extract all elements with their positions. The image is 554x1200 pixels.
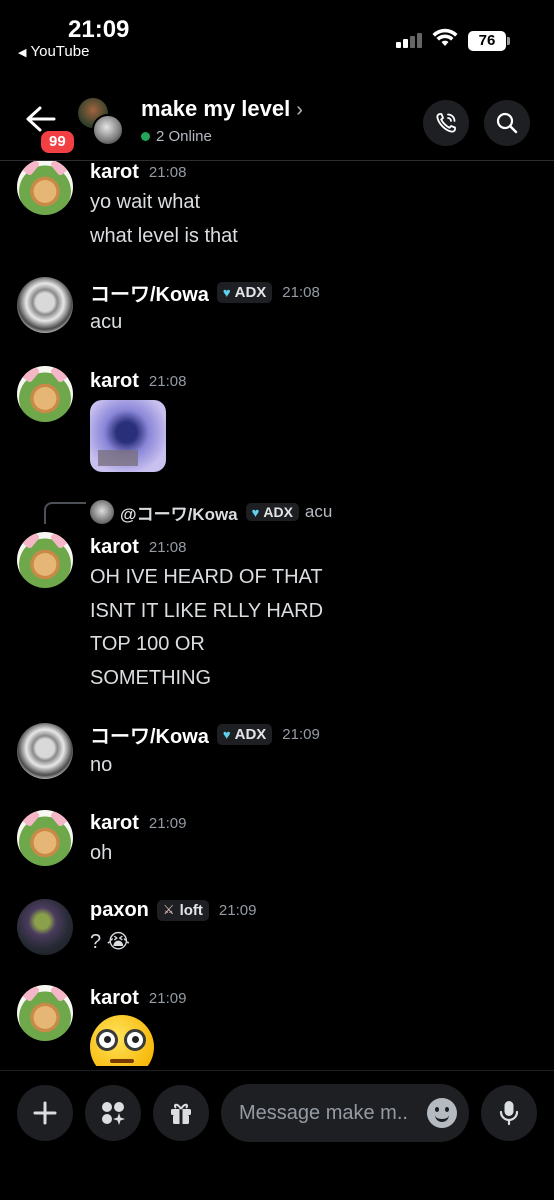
- avatar[interactable]: [17, 366, 73, 422]
- message-header: コーワ/Kowa ♥ ADX 21:09: [90, 720, 320, 749]
- timestamp: 21:08: [148, 163, 187, 181]
- status-bar: 21:09 ◀ YouTube 76: [0, 0, 554, 70]
- cellular-signal-icon: [396, 32, 424, 48]
- username[interactable]: karot: [90, 370, 139, 393]
- message-header: コーワ/Kowa ♥ ADX 21:08: [90, 278, 320, 307]
- online-count: 2 Online: [156, 128, 212, 145]
- clan-tag: ♥ ADX: [245, 503, 299, 521]
- gift-button[interactable]: [153, 1085, 209, 1141]
- emoji-mouth: [110, 1059, 134, 1063]
- voice-call-button[interactable]: [423, 100, 469, 146]
- message-text: no: [90, 754, 113, 776]
- message-text: ISNT IT LIKE RLLY HARD: [90, 600, 324, 622]
- avatar[interactable]: [17, 899, 73, 955]
- username[interactable]: karot: [90, 161, 139, 184]
- username[interactable]: karot: [90, 812, 139, 835]
- back-to-app-link[interactable]: ◀ YouTube: [18, 43, 89, 60]
- sparkle-apps-icon: [102, 1102, 125, 1125]
- voice-message-button[interactable]: [481, 1085, 537, 1141]
- clan-tag-label: loft: [179, 901, 203, 919]
- message-header: karot 21:09: [90, 810, 186, 836]
- clan-tag[interactable]: ♥ ADX: [216, 281, 273, 303]
- search-icon: [496, 112, 518, 134]
- reply-mention: @コーワ/Kowa: [120, 504, 238, 524]
- emoji-picker-icon[interactable]: [427, 1098, 457, 1128]
- timestamp: 21:08: [148, 538, 187, 556]
- wifi-icon: [432, 28, 458, 46]
- channel-header: 99 make my level › 2 Online: [0, 90, 554, 160]
- composer-bar: [0, 1070, 554, 1200]
- message-header: karot 21:08: [90, 161, 186, 185]
- back-app-label: YouTube: [30, 43, 90, 60]
- timestamp: 21:08: [282, 283, 320, 301]
- reply-text: acu: [304, 502, 333, 521]
- clan-tag-label: ADX: [263, 504, 293, 520]
- message-header: karot 21:08: [90, 368, 186, 394]
- gift-icon: [171, 1103, 191, 1124]
- message-header: paxon ⚔ loft 21:09: [90, 897, 256, 923]
- avatar[interactable]: [17, 810, 73, 866]
- message-text: TOP 100 OR: [90, 633, 205, 655]
- unread-badge: 99: [38, 128, 77, 156]
- apps-button[interactable]: [85, 1085, 141, 1141]
- status-time: 21:09: [68, 16, 130, 43]
- message-text: ? 😭: [90, 931, 131, 953]
- emoji-eye: [96, 1029, 118, 1051]
- clan-tag[interactable]: ⚔ loft: [156, 899, 209, 921]
- avatar[interactable]: [17, 277, 73, 333]
- message-input-wrapper[interactable]: [221, 1084, 469, 1142]
- search-button[interactable]: [484, 100, 530, 146]
- microphone-icon: [499, 1101, 519, 1126]
- phone-call-icon: [436, 113, 456, 133]
- avatar[interactable]: [17, 985, 73, 1041]
- battery-indicator: 76: [468, 31, 510, 51]
- heart-gem-icon: ♥: [222, 284, 231, 300]
- message-text: OH IVE HEARD OF THAT: [90, 566, 323, 588]
- add-attachment-button[interactable]: [17, 1085, 73, 1141]
- avatar[interactable]: [17, 161, 73, 215]
- username[interactable]: karot: [90, 536, 139, 559]
- online-status: 2 Online: [141, 128, 212, 145]
- message-header: karot 21:09: [90, 985, 186, 1011]
- group-avatar-front: [92, 114, 124, 146]
- face-with-glasses-emoji-icon: [90, 1015, 154, 1066]
- emoji-eye: [124, 1029, 146, 1051]
- message-input[interactable]: [239, 1084, 419, 1142]
- message-text: oh: [90, 842, 113, 864]
- reply-connector: [44, 502, 86, 524]
- group-avatar: [78, 98, 128, 148]
- avatar[interactable]: [17, 723, 73, 779]
- timestamp: 21:08: [148, 372, 187, 390]
- online-dot-icon: [141, 132, 150, 141]
- avatar[interactable]: [17, 532, 73, 588]
- channel-title[interactable]: make my level ›: [141, 96, 303, 122]
- username[interactable]: karot: [90, 987, 139, 1010]
- timestamp: 21:09: [148, 814, 187, 832]
- timestamp: 21:09: [282, 725, 320, 743]
- timestamp: 21:09: [218, 901, 257, 919]
- message-header: karot 21:08: [90, 534, 186, 560]
- heart-gem-icon: ♥: [222, 726, 231, 742]
- timestamp: 21:09: [148, 989, 187, 1007]
- clan-tag-label: ADX: [234, 283, 267, 301]
- heart-gem-icon: ♥: [251, 504, 260, 520]
- clan-tag-label: ADX: [234, 725, 267, 743]
- message-text: yo wait what: [90, 191, 201, 213]
- message-text: what level is that: [90, 225, 238, 247]
- message-text: SOMETHING: [90, 667, 212, 689]
- message-text: acu: [90, 311, 123, 333]
- back-triangle-icon: ◀: [18, 47, 27, 59]
- username[interactable]: paxon: [90, 899, 149, 922]
- sword-icon: ⚔: [162, 902, 175, 917]
- username[interactable]: コーワ/Kowa: [90, 720, 209, 749]
- reply-reference[interactable]: @コーワ/Kowa ♥ ADX acu: [90, 499, 332, 525]
- clan-tag[interactable]: ♥ ADX: [216, 723, 273, 745]
- username[interactable]: コーワ/Kowa: [90, 278, 209, 307]
- image-attachment[interactable]: [90, 400, 166, 472]
- channel-title-text: make my level: [141, 96, 291, 121]
- chevron-right-icon: ›: [296, 99, 303, 121]
- message-list[interactable]: karot 21:08 yo wait what what level is t…: [0, 161, 554, 1066]
- plus-icon: [33, 1101, 57, 1125]
- reply-avatar: [90, 500, 114, 524]
